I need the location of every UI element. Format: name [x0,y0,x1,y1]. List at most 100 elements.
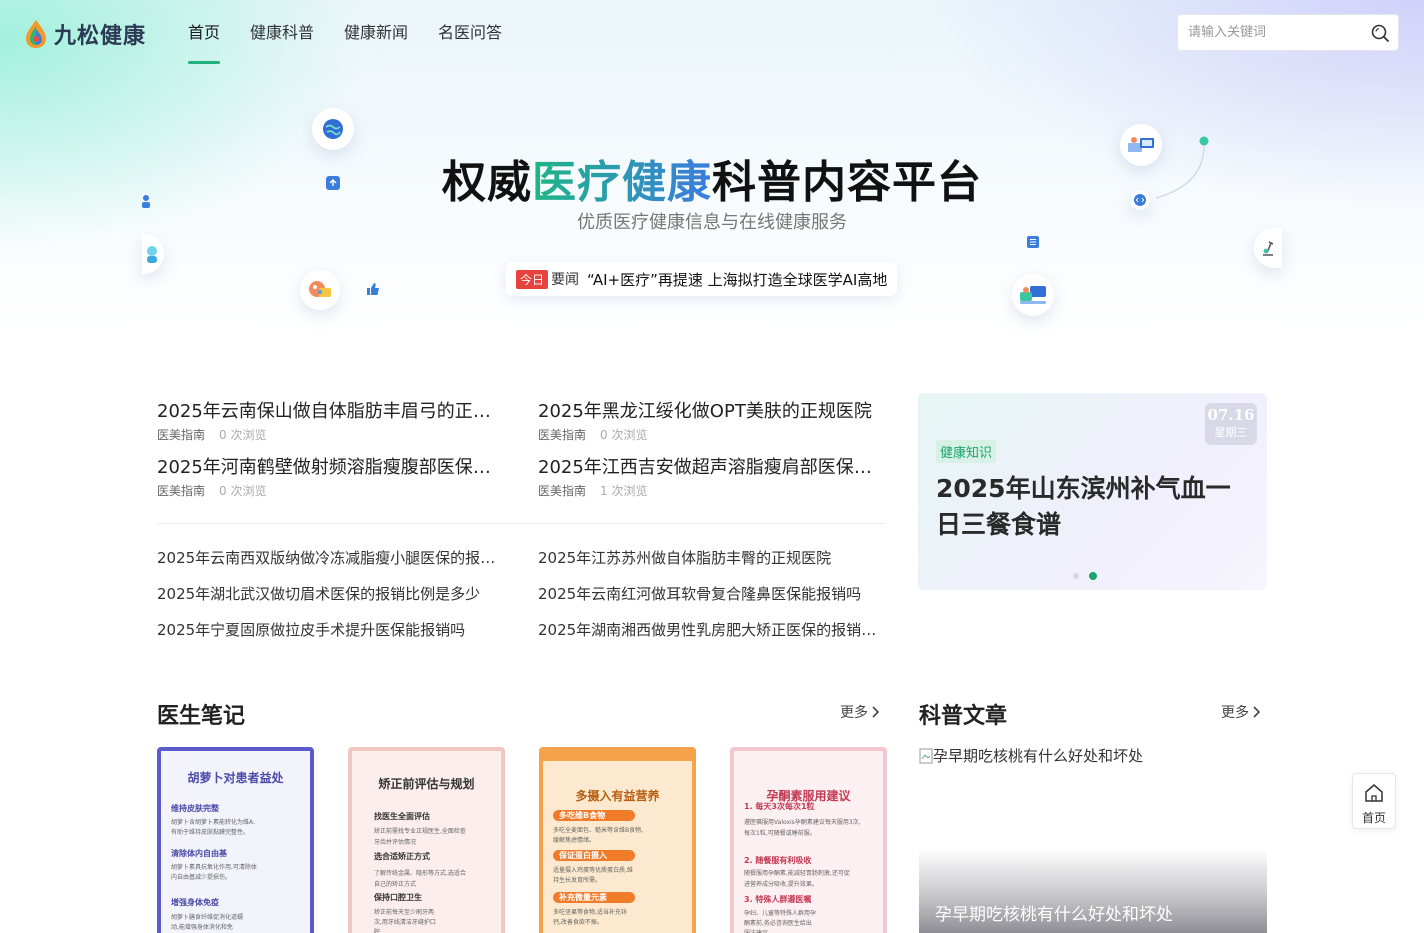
list-item[interactable]: 2025年云南西双版纳做冷冻减脂瘦小腿医保的报销比例 [157,540,502,576]
hero-title-post: 科普内容平台 [712,157,982,208]
site-name: 九松健康 [54,24,147,49]
news-item[interactable]: 2025年河南鹤壁做射频溶脂瘦腹部医保的报销比例 医美指南 0 次浏览 [157,454,507,510]
news-views: 1 次浏览 [600,484,648,498]
feature-card[interactable]: 07.16 星期三 健康知识 2025年山东滨州补气血一日三餐食谱 [918,393,1267,590]
carousel-dots [1073,572,1107,580]
carousel-dot-active[interactable] [1089,572,1097,580]
notes-more-label: 更多 [840,705,868,721]
note-line: 增强身体免疫 [171,898,219,907]
note-card[interactable]: 孕酮素服用建议 1. 每天3次每次1粒 遵医嘱服用Valoxis孕酮素建议每天服用3… [730,747,887,933]
news-title[interactable]: 2025年江西吉安做超声溶脂瘦肩部医保能报销吗 [538,454,873,482]
note-line: 有助于维持皮肤黏膜完整性。 [171,829,250,836]
nav-item-home[interactable]: 首页 [188,0,221,68]
consult-icon [1020,286,1046,304]
logo-flame-icon [26,20,46,48]
nav-item-doctor-qa[interactable]: 名医问答 [438,0,502,68]
list-item[interactable]: 2025年江苏苏州做自体脂肪丰臀的正规医院 [538,540,883,576]
note-title: 胡萝卜对患者益处 [187,771,284,785]
note-title: 矫正前评估与规划 [378,777,475,791]
news-title[interactable]: 2025年黑龙江绥化做OPT美肤的正规医院 [538,398,873,426]
feature-tag: 健康知识 [936,440,997,463]
ticker-label: 要闻 [551,272,580,288]
articles-more-link[interactable]: 更多 [1221,702,1260,722]
search-icon[interactable] [1370,23,1390,43]
feature-date: 07.16 [1207,406,1255,424]
note-line: 矫正前需找专业正规医生,全面检查 [374,828,466,835]
news-category[interactable]: 医美指南 [157,484,205,498]
news-category[interactable]: 医美指南 [538,428,586,442]
note-card[interactable]: 多摄入有益营养 多吃维B食物 多吃全麦面包、糙米等含维B食物, 缓解焦虑情绪。 保证蛋白… [539,747,696,933]
news-divider [157,523,885,524]
featured-news-right: 2025年黑龙江绥化做OPT美肤的正规医院 医美指南 0 次浏览 2025年江西吉… [538,398,888,510]
note-line: 2. 随餐服有利吸收 [744,856,812,865]
feature-title[interactable]: 2025年山东滨州补气血一日三餐食谱 [936,471,1246,543]
feature-date-badge: 07.16 星期三 [1205,403,1257,445]
note-line: 遵医嘱服用Valoxis孕酮素建议每天服用3次, [744,819,861,826]
news-views: 0 次浏览 [219,484,267,498]
hero-title-accent: 医疗健康 [532,157,712,208]
news-list-right: 2025年江苏苏州做自体脂肪丰臀的正规医院 2025年云南红河做耳软骨复合隆鼻医… [538,540,888,648]
note-line: 内自由基减少提损伤。 [171,874,232,881]
doctor-icon [147,246,157,263]
list-icon [1027,236,1039,248]
note-line: 了解传统金属、隐形等方式,选适合 [374,870,466,877]
nav-item-health-news[interactable]: 健康新闻 [344,0,408,68]
article-caption[interactable]: 孕早期吃核桃有什么好处和坏处 [935,900,1173,925]
ticker-headline[interactable]: “AI+医疗”再提速 上海拟打造全球医学AI高地 [587,269,887,290]
list-item[interactable]: 2025年湖南湘西做男性乳房肥大矫正医保的报销比例 [538,612,883,648]
featured-news-left: 2025年云南保山做自体脂肪丰眉弓的正规医院 医美指南 0 次浏览 2025年河南… [157,398,507,510]
floating-home-button[interactable]: 首页 [1352,773,1396,829]
doctor-notes-list: 胡萝卜对患者益处 维持皮肤完整 胡萝卜含胡萝卜素能转化为维A, 有助于维持皮肤黏膜完整… [157,747,921,933]
news-title[interactable]: 2025年云南保山做自体脂肪丰眉弓的正规医院 [157,398,492,426]
note-line: 缓解焦虑情绪。 [553,837,596,844]
article-alt-text: 孕早期吃核桃有什么好处和坏处 [933,747,1144,765]
hero-subtitle: 优质医疗健康信息与在线健康服务 [577,212,847,233]
note-title: 多摄入有益营养 [575,789,660,803]
chevron-right-icon [872,706,879,718]
news-ticker[interactable]: 今日 要闻 “AI+医疗”再提速 上海拟打造全球医学AI高地 [506,262,898,296]
note-line: 补充微量元素 [553,892,635,903]
news-meta: 医美指南 1 次浏览 [538,482,888,499]
note-line: 自己的矫正方式 [374,881,417,888]
main-nav: 首页 健康科普 健康新闻 名医问答 [188,0,532,68]
notes-more-link[interactable]: 更多 [840,702,879,722]
feature-weekday: 星期三 [1214,426,1248,439]
note-card[interactable]: 矫正前评估与规划 找医生全面评估 矫正前需找专业正规医生,全面检查 牙齿并评估情况 选合… [348,747,505,933]
news-item[interactable]: 2025年黑龙江绥化做OPT美肤的正规医院 医美指南 0 次浏览 [538,398,888,454]
news-item[interactable]: 2025年江西吉安做超声溶脂瘦肩部医保能报销吗 医美指南 1 次浏览 [538,454,888,510]
medicine-bubble [300,270,340,310]
hero-title-pre: 权威 [442,157,532,208]
note-card[interactable]: 胡萝卜对患者益处 维持皮肤完整 胡萝卜含胡萝卜素能转化为维A, 有助于维持皮肤黏膜完整… [157,747,314,933]
note-line: 牙齿并评估情况 [374,839,417,846]
list-item[interactable]: 2025年云南红河做耳软骨复合隆鼻医保能报销吗 [538,576,883,612]
microscope-icon [1263,241,1274,256]
search-input[interactable] [1178,15,1358,50]
list-item[interactable]: 2025年宁夏固原做拉皮手术提升医保能报销吗 [157,612,502,648]
nav-item-health-science[interactable]: 健康科普 [250,0,314,68]
news-category[interactable]: 医美指南 [157,428,205,442]
news-views: 0 次浏览 [219,428,267,442]
broken-image-icon [919,748,933,763]
news-item[interactable]: 2025年云南保山做自体脂肪丰眉弓的正规医院 医美指南 0 次浏览 [157,398,507,454]
note-line: 找医生全面评估 [374,812,430,821]
articles-more-label: 更多 [1221,705,1249,721]
list-item[interactable]: 2025年湖北武汉做切眉术医保的报销比例是多少 [157,576,502,612]
section-title-notes: 医生笔记 [157,704,246,729]
hero-title: 权威医疗健康科普内容平台 [0,146,1424,210]
note-line: 每次1粒,可随餐或睡前服。 [744,830,816,837]
site-logo[interactable]: 九松健康 [24,18,146,50]
note-line: 1. 每天3次每次1粒 [744,802,815,811]
news-title[interactable]: 2025年河南鹤壁做射频溶脂瘦腹部医保的报销比例 [157,454,492,482]
globe-icon [323,119,343,139]
news-category[interactable]: 医美指南 [538,484,586,498]
note-line: 保持口腔卫生 [374,893,422,902]
medicine-icon [309,281,331,297]
search-box [1177,14,1399,51]
ticker-badge: 今日 [516,269,549,289]
note-line: 保证蛋白摄入 [553,850,635,861]
article-card[interactable]: 孕早期吃核桃有什么好处和坏处 孕早期吃核桃有什么好处和坏处 [919,745,1267,933]
home-icon [1365,784,1383,802]
note-line: 维持皮肤完整 [171,804,219,813]
carousel-dot[interactable] [1073,573,1079,579]
note-line: 钙,改善食欲不振。 [553,919,603,926]
